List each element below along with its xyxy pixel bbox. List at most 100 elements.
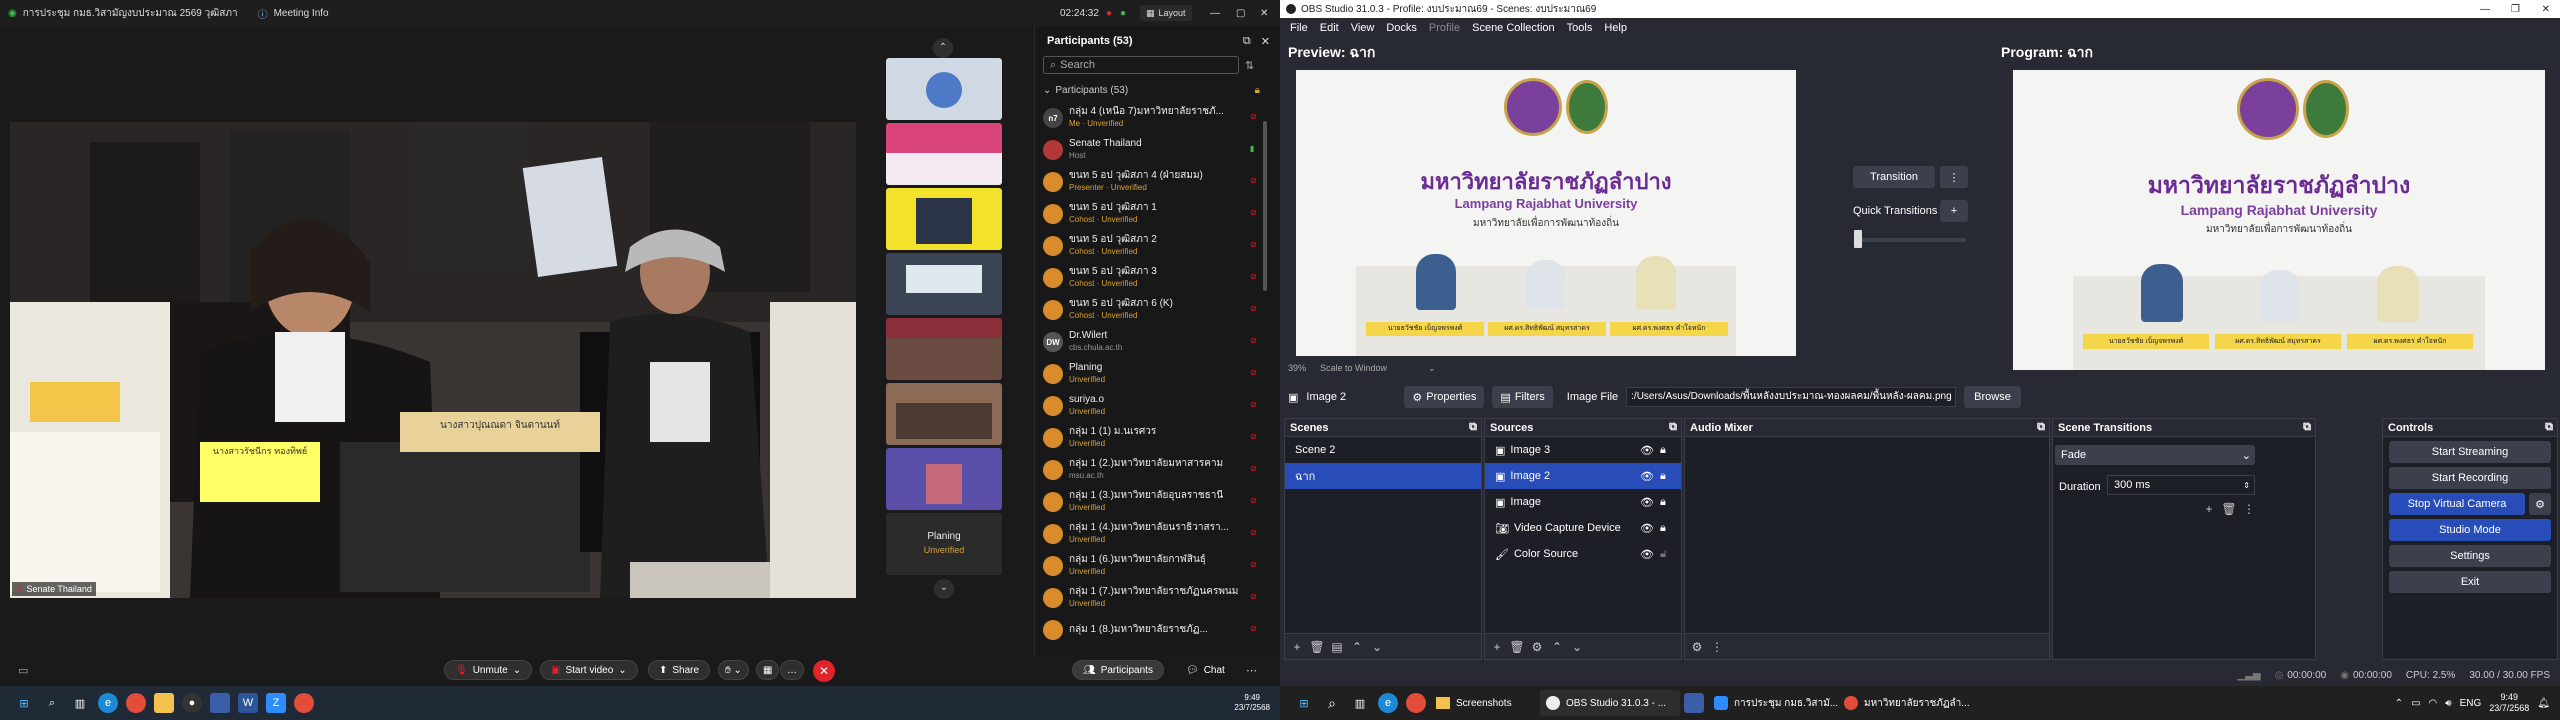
language-indicator[interactable]: ENG [2460, 698, 2482, 709]
captions-icon[interactable]: ▭ [18, 664, 28, 677]
transition-type-select[interactable]: Fade ⌄ [2055, 445, 2255, 465]
close-icon[interactable]: ✕ [2542, 4, 2550, 15]
participant-row[interactable]: ขนท 5 อป วุฒิสภา 1 Cohost · Unverified ⊘ [1035, 198, 1280, 230]
leave-button[interactable]: ✕ [813, 660, 835, 682]
chevron-up-icon[interactable]: ⌃ [2395, 698, 2403, 709]
eye-icon[interactable]: 👁︎ [1640, 470, 1654, 483]
source-item[interactable]: 🖌︎ Color Source 👁︎ 🔓︎ [1485, 541, 1681, 567]
participant-row[interactable]: n7 กลุ่ม 4 (เหนือ 7)มหาวิทยาลัยราชภั... Me… [1035, 102, 1280, 134]
scene-item[interactable]: Scene 2 [1285, 437, 1481, 463]
participant-row[interactable]: กลุ่ม 1 (1) ม.นเรศวร Unverified ⊘ [1035, 422, 1280, 454]
undock-icon[interactable]: ⧉ [2303, 421, 2311, 434]
move-down-icon[interactable]: ⌄ [1569, 639, 1585, 655]
tbar-track[interactable] [1858, 238, 1966, 242]
zoom-icon[interactable]: Z [266, 693, 286, 713]
menu-view[interactable]: View [1345, 22, 1381, 34]
source-item[interactable]: 📷︎ Video Capture Device 👁︎ 🔒︎ [1485, 515, 1681, 541]
network-icon[interactable]: ◠ [2429, 698, 2438, 709]
info-icon[interactable]: ⓘ [258, 6, 268, 21]
close-icon[interactable]: ✕ [1260, 8, 1268, 19]
participant-row[interactable]: กลุ่ม 1 (8.)มหาวิทยาลัยราชภัฏ... ⊘ [1035, 614, 1280, 646]
scene-item[interactable]: ฉาก [1285, 463, 1481, 489]
collapse-chevron-icon[interactable]: ⌄ [1043, 85, 1051, 96]
add-icon[interactable]: + [1489, 639, 1505, 655]
task-view-icon[interactable]: ▥ [1350, 693, 1370, 713]
participant-row[interactable]: suriya.o Unverified ⊘ [1035, 390, 1280, 422]
stop-virtual-camera-button[interactable]: Stop Virtual Camera [2389, 493, 2525, 515]
task-view-icon[interactable]: ▥ [70, 693, 90, 713]
lock-icon[interactable]: 🔒︎ [1660, 470, 1666, 483]
participant-row[interactable]: กลุ่ม 1 (4.)มหาวิทยาลัยนราธิวาสรา... Unve… [1035, 518, 1280, 550]
taskbar-app-screenshots[interactable]: Screenshots [1430, 690, 1540, 716]
menu-dots-icon[interactable]: ⋮ [2241, 501, 2257, 517]
unlock-icon[interactable]: 🔓︎ [1660, 548, 1667, 561]
lock-icon[interactable]: 🔒︎ [1660, 522, 1666, 535]
trash-icon[interactable]: 🗑︎ [1309, 639, 1325, 655]
preview-canvas[interactable]: มหาวิทยาลัยราชภัฏลำปาง Lampang Rajabhat … [1296, 70, 1796, 356]
chevron-down-icon[interactable]: ⌄ [934, 579, 954, 599]
search-input[interactable]: ⌕ Search [1043, 56, 1239, 74]
chevron-up-icon[interactable]: ⌃ [933, 38, 953, 58]
source-item[interactable]: ▣ Image 👁︎ 🔒︎ [1485, 489, 1681, 515]
thumbnail-video[interactable] [886, 123, 1002, 185]
minimize-icon[interactable]: — [1210, 8, 1220, 19]
filters-button[interactable]: ▤ Filters [1492, 386, 1553, 408]
share-button[interactable]: ⬆ Share [648, 660, 711, 680]
move-up-icon[interactable]: ⌃ [1349, 639, 1365, 655]
meeting-info-link[interactable]: Meeting Info [274, 8, 329, 19]
edge-icon[interactable]: e [98, 693, 118, 713]
participant-row[interactable]: ขนท 5 อป วุฒิสภา 2 Cohost · Unverified ⊘ [1035, 230, 1280, 262]
speaker-video[interactable]: นางสาวรัชนีกร ทองทิพย์ นางสาวปุณณดา จินด… [10, 122, 856, 598]
unmute-button[interactable]: 🎙︎ Unmute ⌄ [444, 660, 533, 680]
source-item[interactable]: ▣ Image 2 👁︎ 🔒︎ [1485, 463, 1681, 489]
participant-row[interactable]: Planing Unverified ⊘ [1035, 358, 1280, 390]
apps-button[interactable]: ▦ [756, 660, 780, 680]
thumbnail-video[interactable] [886, 188, 1002, 250]
thumbnail-video[interactable] [886, 253, 1002, 315]
menu-help[interactable]: Help [1598, 22, 1633, 34]
chrome-icon[interactable] [126, 693, 146, 713]
minimize-icon[interactable]: — [2480, 4, 2490, 15]
lock-icon[interactable]: 🔒︎ [1660, 496, 1666, 509]
volume-icon[interactable]: 🔊︎ [2445, 698, 2451, 709]
eye-icon[interactable]: 👁︎ [1640, 522, 1654, 535]
add-quick-transition-button[interactable]: + [1940, 200, 1968, 222]
thumbnail-video[interactable] [886, 383, 1002, 445]
chrome-icon[interactable] [294, 693, 314, 713]
participant-row[interactable]: กลุ่ม 1 (3.)มหาวิทยาลัยอุบลราชธานี Unveri… [1035, 486, 1280, 518]
taskbar-app-obs[interactable]: OBS Studio 31.0.3 - ... [1540, 690, 1680, 716]
eye-icon[interactable]: 👁︎ [1640, 444, 1654, 457]
menu-scene-collection[interactable]: Scene Collection [1466, 22, 1561, 34]
eye-icon[interactable]: 👁︎ [1640, 496, 1654, 509]
thumbnail-video[interactable] [886, 318, 1002, 380]
start-recording-button[interactable]: Start Recording [2389, 467, 2551, 489]
eye-icon[interactable]: 👁︎ [1640, 548, 1654, 561]
app-icon[interactable] [1684, 693, 1704, 713]
sort-icon[interactable]: ⇅ [1245, 59, 1254, 72]
more-button[interactable]: … [780, 660, 804, 680]
participant-row[interactable]: DW Dr.Wilert cbs.chula.ac.th ⊘ [1035, 326, 1280, 358]
tbar-handle[interactable] [1854, 230, 1862, 248]
trash-icon[interactable]: 🗑︎ [1509, 639, 1525, 655]
undock-icon[interactable]: ⧉ [2037, 421, 2045, 434]
add-icon[interactable]: + [1289, 639, 1305, 655]
windows-start-icon[interactable]: ⊞ [1294, 693, 1314, 713]
search-icon[interactable]: ⌕ [1322, 693, 1342, 713]
app-icon[interactable] [210, 693, 230, 713]
edge-icon[interactable]: e [1378, 693, 1398, 713]
spinner-icon[interactable]: ⇕ [2243, 481, 2250, 490]
transition-menu-button[interactable]: ⋮ [1940, 166, 1968, 188]
menu-edit[interactable]: Edit [1314, 22, 1345, 34]
windows-start-icon[interactable]: ⊞ [14, 693, 34, 713]
gear-icon[interactable]: ⚙︎ [1529, 639, 1545, 655]
scale-mode-select[interactable]: Scale to Window ⌄ [1320, 363, 1440, 373]
menu-tools[interactable]: Tools [1561, 22, 1599, 34]
obs-icon[interactable]: ● [182, 693, 202, 713]
start-video-button[interactable]: ▣ Start video ⌄ [540, 660, 638, 680]
notification-icon[interactable]: 🔔︎ [2537, 698, 2550, 709]
chrome-icon[interactable] [1406, 693, 1426, 713]
undock-icon[interactable]: ⧉ [1469, 421, 1477, 434]
trash-icon[interactable]: 🗑︎ [2221, 501, 2237, 517]
undock-icon[interactable]: ⧉ [1669, 421, 1677, 434]
start-streaming-button[interactable]: Start Streaming [2389, 441, 2551, 463]
